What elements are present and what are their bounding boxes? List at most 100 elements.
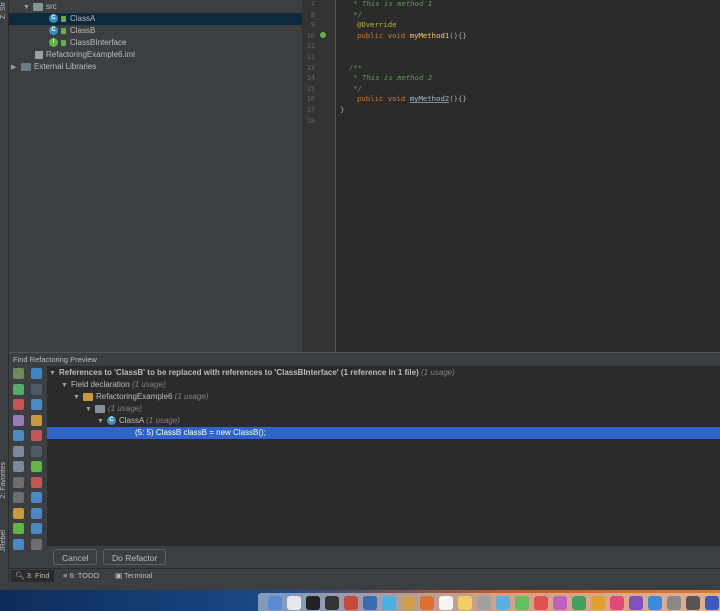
left-tool-strip: Z: Str 2: Favorites JRebel xyxy=(0,0,9,590)
read-access-icon[interactable] xyxy=(31,461,42,472)
preview-icon[interactable] xyxy=(31,523,42,534)
chevron-right-icon[interactable]: ▶ xyxy=(11,62,21,74)
intellij-icon[interactable] xyxy=(306,596,320,610)
rerun-icon[interactable] xyxy=(13,368,24,379)
tree-item-classa[interactable]: C ClassA xyxy=(9,13,302,25)
stop-icon[interactable] xyxy=(31,430,42,441)
tree-item-iml[interactable]: RefactoringExample6.iml xyxy=(35,49,135,61)
class-icon: C xyxy=(107,416,116,426)
write-access-icon[interactable] xyxy=(31,476,42,488)
help-icon[interactable] xyxy=(13,538,24,550)
chevron-down-icon[interactable]: ▼ xyxy=(49,368,59,380)
todo-icon: ≡ xyxy=(63,571,68,580)
code-editor[interactable]: * This is method 1 */ @Override public v… xyxy=(337,0,720,352)
lock-icon xyxy=(61,39,66,46)
merge-icon[interactable] xyxy=(31,445,42,457)
results-header-row[interactable]: ▼ References to 'ClassB' to be replaced w… xyxy=(49,367,455,379)
collapse-all-icon[interactable] xyxy=(13,461,24,472)
code-line-10: public void myMethod1(){} xyxy=(357,30,467,40)
calendar-icon[interactable] xyxy=(439,596,453,610)
code-line-9: @Override xyxy=(357,20,397,30)
tab-terminal[interactable]: ▣ Terminal xyxy=(111,570,156,582)
panel-title: Find Refactoring Preview xyxy=(9,352,720,365)
code-line-13: /** xyxy=(340,62,362,72)
notes-icon[interactable] xyxy=(458,596,472,610)
close-icon[interactable] xyxy=(13,399,24,410)
tree-item-external-libraries[interactable]: ▶ External Libraries xyxy=(11,61,96,73)
settings-icon[interactable] xyxy=(667,596,681,610)
down-icon[interactable] xyxy=(13,492,24,503)
safari-icon[interactable] xyxy=(382,596,396,610)
jrebel-tab[interactable]: JRebel xyxy=(0,530,9,552)
structure-tab[interactable]: Z: Str xyxy=(0,2,9,19)
package-row[interactable]: ▼ (1 usage) xyxy=(85,403,142,415)
pin-icon[interactable] xyxy=(13,414,24,426)
messages-icon[interactable] xyxy=(515,596,529,610)
left-toolbar xyxy=(11,368,27,554)
run-icon[interactable] xyxy=(13,383,24,395)
line-number: 11 xyxy=(306,42,315,51)
app-icon[interactable] xyxy=(705,596,719,610)
line-number: 15 xyxy=(306,84,315,93)
line-number: 17 xyxy=(306,106,315,114)
new-file-icon[interactable] xyxy=(13,523,24,534)
datagrip-icon[interactable] xyxy=(325,596,339,610)
status-bar xyxy=(0,582,720,590)
line-number: 12 xyxy=(306,53,315,61)
podcasts-icon[interactable] xyxy=(629,596,643,610)
code-line-15: */ xyxy=(340,83,362,93)
code-line-7: * This is method 1 xyxy=(340,0,433,8)
photos-icon[interactable] xyxy=(553,596,567,610)
lock-icon xyxy=(61,27,66,34)
chevron-down-icon[interactable]: ▼ xyxy=(73,392,83,404)
interface-icon: I xyxy=(49,38,58,48)
field-declaration-row[interactable]: ▼ Field declaration (1 usage) xyxy=(61,379,166,391)
module-icon[interactable] xyxy=(31,399,42,410)
expand-all-icon[interactable] xyxy=(13,445,24,457)
chrome-icon[interactable] xyxy=(287,596,301,610)
chevron-down-icon[interactable]: ▼ xyxy=(61,380,71,392)
usage-row[interactable]: (5: 5) ClassB classB = new ClassB(); xyxy=(47,427,720,439)
tab-todo[interactable]: ≡ 6: TODO xyxy=(59,570,103,582)
export-icon[interactable] xyxy=(13,507,24,519)
app-icon[interactable] xyxy=(496,596,510,610)
up-icon[interactable] xyxy=(13,476,24,488)
app-icon[interactable] xyxy=(686,596,700,610)
chevron-down-icon[interactable]: ▼ xyxy=(85,404,95,416)
app-icon[interactable] xyxy=(534,596,548,610)
app-icon[interactable] xyxy=(401,596,415,610)
tree-item-classbinterface[interactable]: I ClassBInterface xyxy=(49,37,126,49)
line-number: 10 xyxy=(306,31,315,40)
group-icon[interactable] xyxy=(31,383,42,395)
results-tree: ▼ References to 'ClassB' to be replaced w… xyxy=(47,366,720,546)
sort-icon[interactable] xyxy=(31,538,42,550)
do-refactor-button[interactable]: Do Refactor xyxy=(103,549,167,565)
class-icon: C xyxy=(49,14,58,24)
tree-item-src[interactable]: ▼ src xyxy=(23,1,57,13)
filter-icon[interactable] xyxy=(31,368,42,379)
cancel-button[interactable]: Cancel xyxy=(53,549,98,565)
class-row[interactable]: ▼ C ClassA (1 usage) xyxy=(97,415,180,427)
implements-marker-icon[interactable] xyxy=(320,32,326,38)
favorites-tab[interactable]: 2: Favorites xyxy=(0,462,9,499)
tab-find[interactable]: 🔍︎ 3: Find xyxy=(11,570,54,582)
app-icon[interactable] xyxy=(344,596,358,610)
terminal-icon: ▣ xyxy=(115,571,123,580)
finder-icon[interactable] xyxy=(268,596,282,610)
find-refactoring-preview-panel: Find Refactoring Preview ▼ References to … xyxy=(9,352,720,590)
numbers-icon[interactable] xyxy=(572,596,586,610)
editor-gutter: 7 8 9 10 11 12 13 14 15 16 17 18 xyxy=(302,0,336,352)
app-icon[interactable] xyxy=(477,596,491,610)
project-row[interactable]: ▼ RefactoringExample6 (1 usage) xyxy=(73,391,209,403)
app-icon[interactable] xyxy=(591,596,605,610)
app-store-icon[interactable] xyxy=(648,596,662,610)
info-icon[interactable] xyxy=(31,507,42,519)
app-icon[interactable] xyxy=(420,596,434,610)
tree-item-classb[interactable]: C ClassB xyxy=(49,25,95,37)
package-icon[interactable] xyxy=(31,414,42,426)
import-icon[interactable] xyxy=(31,492,42,503)
tool-icon[interactable] xyxy=(363,596,377,610)
library-icon xyxy=(21,62,31,71)
previous-icon[interactable] xyxy=(13,430,24,441)
music-icon[interactable] xyxy=(610,596,624,610)
